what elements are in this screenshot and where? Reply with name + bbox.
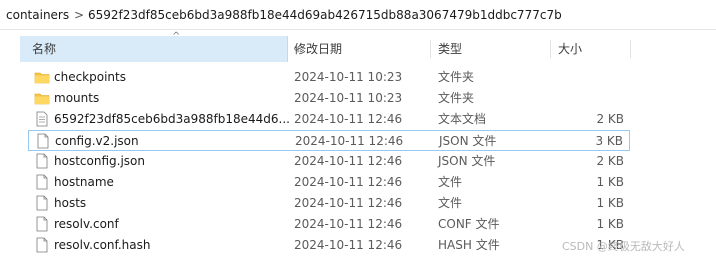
file-name: hosts — [54, 196, 87, 210]
file-type: CONF 文件 — [438, 217, 500, 231]
column-header-size[interactable]: 大小 — [558, 36, 582, 62]
file-type: JSON 文件 — [439, 134, 497, 148]
file-icon — [36, 174, 48, 190]
column-divider[interactable] — [430, 40, 431, 58]
file-row[interactable]: hosts 2024-10-11 12:46 文件 1 KB — [28, 193, 630, 214]
file-size: 2 KB — [596, 154, 624, 168]
file-row[interactable]: resolv.conf 2024-10-11 12:46 CONF 文件 1 K… — [28, 214, 630, 235]
file-type: JSON 文件 — [438, 154, 496, 168]
file-date: 2024-10-11 12:46 — [294, 238, 403, 252]
breadcrumb-item-container-id[interactable]: 6592f23df85ceb6bd3a988fb18e44d69ab426715… — [88, 8, 562, 22]
file-type: 文件夹 — [438, 91, 475, 105]
file-row[interactable]: hostname 2024-10-11 12:46 文件 1 KB — [28, 172, 630, 193]
file-date: 2024-10-11 10:23 — [294, 70, 403, 84]
file-type: 文件 — [438, 175, 463, 189]
column-header-name[interactable]: ^ 名称 ⌄ — [20, 32, 300, 62]
file-icon — [36, 195, 48, 211]
sort-ascending-icon: ^ — [172, 31, 181, 42]
file-name: resolv.conf.hash — [54, 238, 151, 252]
folder-icon — [34, 72, 50, 84]
file-icon — [36, 153, 48, 169]
column-divider[interactable] — [550, 40, 551, 58]
file-type: 文件夹 — [438, 70, 475, 84]
file-row[interactable]: 6592f23df85ceb6bd3a988fb18e44d6... 2024-… — [28, 109, 630, 130]
file-icon — [36, 216, 48, 232]
file-name: config.v2.json — [55, 134, 139, 148]
text-file-icon — [36, 111, 48, 127]
file-size: 1 KB — [596, 175, 624, 189]
watermark: CSDN @终极无敌大好人 — [562, 240, 685, 253]
file-name: mounts — [54, 91, 100, 105]
file-date: 2024-10-11 12:46 — [294, 175, 403, 189]
column-divider[interactable] — [630, 40, 631, 58]
breadcrumb: containers > 6592f23df85ceb6bd3a988fb18e… — [0, 0, 716, 30]
column-header-date[interactable]: 修改日期 — [294, 36, 342, 62]
file-row[interactable]: hostconfig.json 2024-10-11 12:46 JSON 文件… — [28, 151, 630, 172]
column-header: ^ 名称 ⌄ 修改日期 类型 大小 — [0, 32, 716, 62]
file-type: HASH 文件 — [438, 238, 500, 252]
file-size: 1 KB — [596, 196, 624, 210]
file-icon — [37, 133, 49, 149]
breadcrumb-separator[interactable]: > — [74, 8, 84, 22]
file-name: 6592f23df85ceb6bd3a988fb18e44d6... — [54, 112, 290, 126]
file-name: checkpoints — [54, 70, 126, 84]
breadcrumb-item-containers[interactable]: containers — [6, 8, 69, 22]
file-type: 文本文档 — [438, 112, 487, 126]
file-icon — [36, 237, 48, 253]
file-date: 2024-10-11 10:23 — [294, 91, 403, 105]
file-size: 3 KB — [595, 134, 623, 148]
file-name: hostname — [54, 175, 114, 189]
file-size: 1 KB — [596, 217, 624, 231]
file-date: 2024-10-11 12:46 — [294, 154, 403, 168]
file-size: 2 KB — [596, 112, 624, 126]
file-row[interactable]: checkpoints 2024-10-11 10:23 文件夹 — [28, 67, 630, 88]
column-header-type[interactable]: 类型 — [438, 36, 462, 62]
file-type: 文件 — [438, 196, 463, 210]
file-row[interactable]: mounts 2024-10-11 10:23 文件夹 — [28, 88, 630, 109]
file-date: 2024-10-11 12:46 — [294, 217, 403, 231]
file-row[interactable]: resolv.conf.hash 2024-10-11 12:46 HASH 文… — [28, 235, 630, 256]
column-header-name-label: 名称 — [32, 42, 57, 56]
folder-icon — [34, 93, 50, 105]
file-name: hostconfig.json — [54, 154, 145, 168]
file-row-selected[interactable]: config.v2.json 2024-10-11 12:46 JSON 文件 … — [28, 130, 630, 151]
file-date: 2024-10-11 12:46 — [294, 112, 403, 126]
file-date: 2024-10-11 12:46 — [294, 196, 403, 210]
file-name: resolv.conf — [54, 217, 119, 231]
file-date: 2024-10-11 12:46 — [295, 134, 404, 148]
